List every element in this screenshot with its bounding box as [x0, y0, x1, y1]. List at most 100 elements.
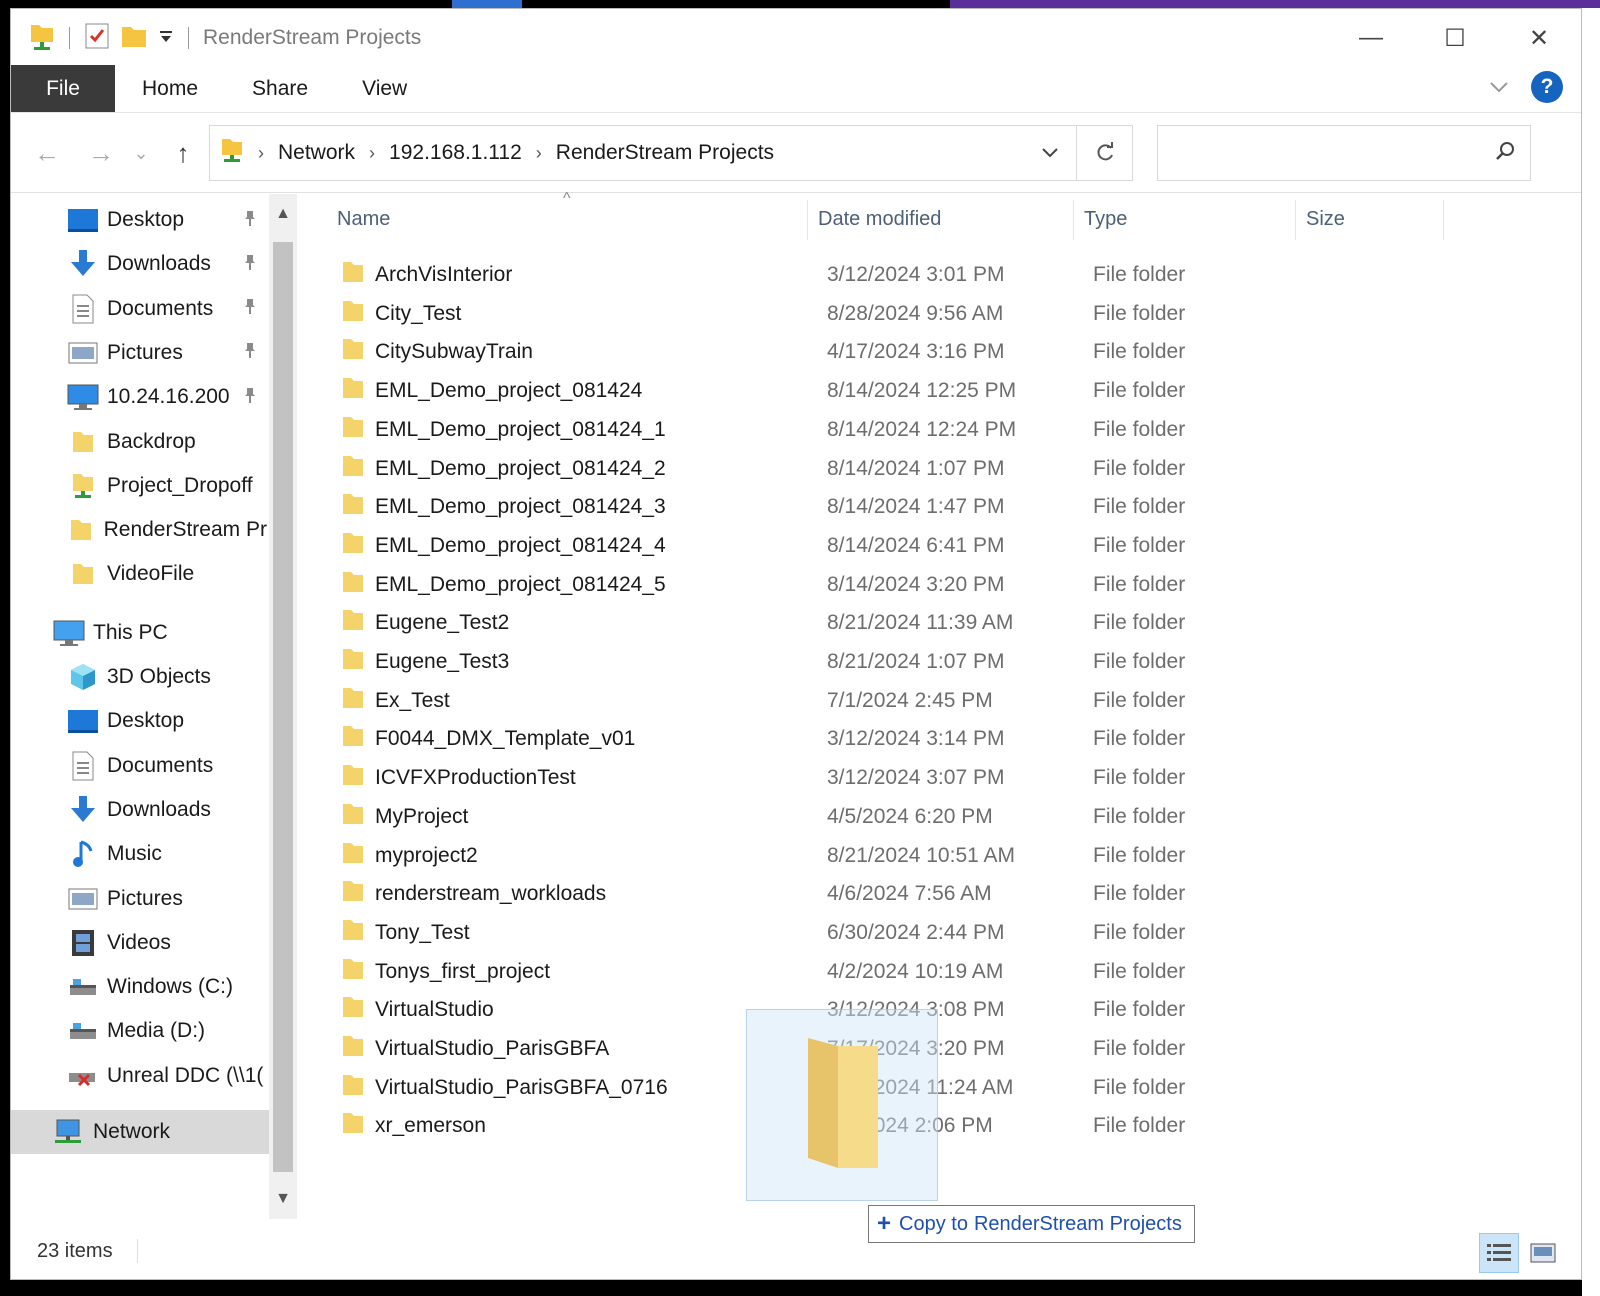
column-header-date[interactable]: Date modified — [808, 194, 1072, 244]
sidebar-item-music[interactable]: Music — [67, 832, 267, 876]
column-header-name[interactable]: Name — [327, 194, 801, 244]
table-row[interactable]: EML_Demo_project_081424_2 8/14/2024 1:07 … — [311, 450, 1511, 488]
breadcrumb-current[interactable]: RenderStream Projects — [556, 141, 774, 165]
address-dropdown-icon[interactable] — [1024, 126, 1076, 180]
scroll-down-icon[interactable]: ▼ — [269, 1179, 297, 1219]
file-name-cell[interactable]: Ex_Test — [341, 682, 450, 720]
sidebar-item-downloads[interactable]: Downloads — [67, 242, 267, 286]
sidebar-item-videofile[interactable]: VideoFile — [67, 552, 267, 596]
sidebar-item-videos[interactable]: Videos — [67, 921, 267, 965]
table-row[interactable]: City_Test 8/28/2024 9:56 AM File folder — [311, 295, 1511, 333]
table-row[interactable]: EML_Demo_project_081424_5 8/14/2024 3:20 … — [311, 566, 1511, 604]
address-bar[interactable]: › Network › 192.168.1.112 › RenderStream… — [209, 125, 1133, 181]
sidebar-item-3d-objects[interactable]: 3D Objects — [67, 655, 267, 699]
search-input[interactable] — [1157, 125, 1531, 181]
close-button[interactable]: ✕ — [1497, 9, 1581, 67]
column-header-size[interactable]: Size — [1296, 194, 1442, 244]
table-row[interactable]: Tonys_first_project 4/2/2024 10:19 AM File… — [311, 953, 1511, 991]
large-icons-view-icon[interactable] — [1523, 1233, 1563, 1273]
sidebar-item-desktop[interactable]: Desktop — [67, 198, 267, 242]
column-header-type[interactable]: Type — [1074, 194, 1294, 244]
table-row[interactable]: F0044_DMX_Template_v01 3/12/2024 3:14 PM F… — [311, 720, 1511, 758]
table-row[interactable]: CitySubwayTrain 4/17/2024 3:16 PM File fol… — [311, 333, 1511, 371]
new-folder-icon[interactable] — [120, 22, 148, 55]
sidebar-item-documents[interactable]: Documents — [67, 744, 267, 788]
file-name-cell[interactable]: Eugene_Test3 — [341, 643, 509, 681]
sidebar-item-pictures[interactable]: Pictures — [67, 331, 267, 375]
table-row[interactable]: Ex_Test 7/1/2024 2:45 PM File folder — [311, 682, 1511, 720]
breadcrumb-host[interactable]: 192.168.1.112 — [389, 141, 522, 165]
file-name-cell[interactable]: EML_Demo_project_081424_4 — [341, 527, 666, 565]
tab-home[interactable]: Home — [115, 65, 225, 112]
table-row[interactable]: EML_Demo_project_081424_3 8/14/2024 1:47 … — [311, 488, 1511, 526]
file-name-cell[interactable]: EML_Demo_project_081424 — [341, 372, 642, 410]
back-button[interactable]: ← — [29, 133, 65, 173]
file-name-cell[interactable]: Eugene_Test2 — [341, 604, 509, 642]
table-row[interactable]: EML_Demo_project_081424 8/14/2024 12:25 P… — [311, 372, 1511, 410]
customize-qat-icon[interactable] — [158, 28, 174, 49]
breadcrumb-network[interactable]: Network — [278, 141, 355, 165]
tab-view[interactable]: View — [335, 65, 434, 112]
file-name-cell[interactable]: EML_Demo_project_081424_3 — [341, 488, 666, 526]
up-button[interactable]: ↑ — [165, 133, 201, 173]
sidebar-item-backdrop[interactable]: Backdrop — [67, 420, 267, 464]
chevron-right-icon[interactable]: › — [258, 143, 264, 164]
file-name-cell[interactable]: EML_Demo_project_081424_1 — [341, 411, 666, 449]
expand-ribbon-icon[interactable] — [1489, 76, 1509, 99]
file-name-cell[interactable]: ICVFXProductionTest — [341, 759, 576, 797]
file-name-cell[interactable]: Tony_Test — [341, 914, 470, 952]
file-name-cell[interactable]: VirtualStudio_ParisGBFA — [341, 1030, 609, 1068]
table-row[interactable]: Eugene_Test2 8/21/2024 11:39 AM File folde… — [311, 604, 1511, 642]
file-name-cell[interactable]: ArchVisInterior — [341, 256, 512, 294]
table-row[interactable]: MyProject 4/5/2024 6:20 PM File folder — [311, 798, 1511, 836]
sidebar-item-10-24-16-200[interactable]: 10.24.16.200 — [67, 375, 267, 419]
chevron-right-icon[interactable]: › — [536, 143, 542, 164]
sidebar-item-network[interactable]: Network — [11, 1110, 269, 1154]
table-row[interactable]: ArchVisInterior 3/12/2024 3:01 PM File fol… — [311, 256, 1511, 294]
table-row[interactable]: ICVFXProductionTest 3/12/2024 3:07 PM File… — [311, 759, 1511, 797]
properties-icon[interactable] — [84, 22, 110, 55]
recent-locations-button[interactable]: ⌄ — [129, 133, 153, 173]
sidebar-item-desktop[interactable]: Desktop — [67, 699, 267, 743]
file-name-cell[interactable]: renderstream_workloads — [341, 875, 606, 913]
column-divider[interactable] — [1443, 200, 1444, 240]
maximize-button[interactable]: ☐ — [1413, 9, 1497, 67]
sidebar-item-unreal-ddc-1-[interactable]: Unreal DDC (\\1( — [67, 1054, 267, 1098]
details-view-icon[interactable] — [1479, 1233, 1519, 1273]
help-icon[interactable]: ? — [1531, 71, 1563, 103]
file-name-cell[interactable]: myproject2 — [341, 837, 478, 875]
table-row[interactable]: renderstream_workloads 4/6/2024 7:56 AM Fi… — [311, 875, 1511, 913]
tab-file[interactable]: File — [11, 65, 115, 112]
file-name-cell[interactable]: F0044_DMX_Template_v01 — [341, 720, 635, 758]
sidebar-item-renderstream-pr[interactable]: RenderStream Pr — [67, 508, 267, 552]
file-name-cell[interactable]: Tonys_first_project — [341, 953, 550, 991]
file-name-cell[interactable]: xr_emerson — [341, 1107, 486, 1145]
sidebar-item-downloads[interactable]: Downloads — [67, 788, 267, 832]
scrollbar-thumb[interactable] — [273, 242, 293, 1172]
sidebar-item-documents[interactable]: Documents — [67, 287, 267, 331]
table-row[interactable]: Tony_Test 6/30/2024 2:44 PM File folder — [311, 914, 1511, 952]
navpane-scrollbar[interactable]: ▲ ▼ — [269, 194, 297, 1219]
tab-share[interactable]: Share — [225, 65, 335, 112]
file-name-cell[interactable]: City_Test — [341, 295, 461, 333]
table-row[interactable]: EML_Demo_project_081424_1 8/14/2024 12:24… — [311, 411, 1511, 449]
sidebar-item-pictures[interactable]: Pictures — [67, 877, 267, 921]
sidebar-item-windows-c-[interactable]: Windows (C:) — [67, 965, 267, 1009]
forward-button[interactable]: → — [83, 133, 119, 173]
table-row[interactable]: myproject2 8/21/2024 10:51 AM File folder — [311, 837, 1511, 875]
file-name-cell[interactable]: VirtualStudio_ParisGBFA_0716 — [341, 1069, 668, 1107]
file-name-cell[interactable]: CitySubwayTrain — [341, 333, 533, 371]
file-name-cell[interactable]: EML_Demo_project_081424_5 — [341, 566, 666, 604]
sidebar-item-this-pc[interactable]: This PC — [53, 611, 267, 655]
refresh-icon[interactable] — [1076, 126, 1132, 180]
sidebar-item-media-d-[interactable]: Media (D:) — [67, 1009, 267, 1053]
chevron-right-icon[interactable]: › — [369, 143, 375, 164]
scroll-up-icon[interactable]: ▲ — [269, 194, 297, 234]
file-name-cell[interactable]: MyProject — [341, 798, 468, 836]
sidebar-item-project-dropoff[interactable]: Project_Dropoff — [67, 464, 267, 508]
minimize-button[interactable]: — — [1329, 9, 1413, 67]
table-row[interactable]: Eugene_Test3 8/21/2024 1:07 PM File folder — [311, 643, 1511, 681]
file-name-cell[interactable]: VirtualStudio — [341, 991, 494, 1029]
table-row[interactable]: EML_Demo_project_081424_4 8/14/2024 6:41 … — [311, 527, 1511, 565]
file-name-cell[interactable]: EML_Demo_project_081424_2 — [341, 450, 666, 488]
